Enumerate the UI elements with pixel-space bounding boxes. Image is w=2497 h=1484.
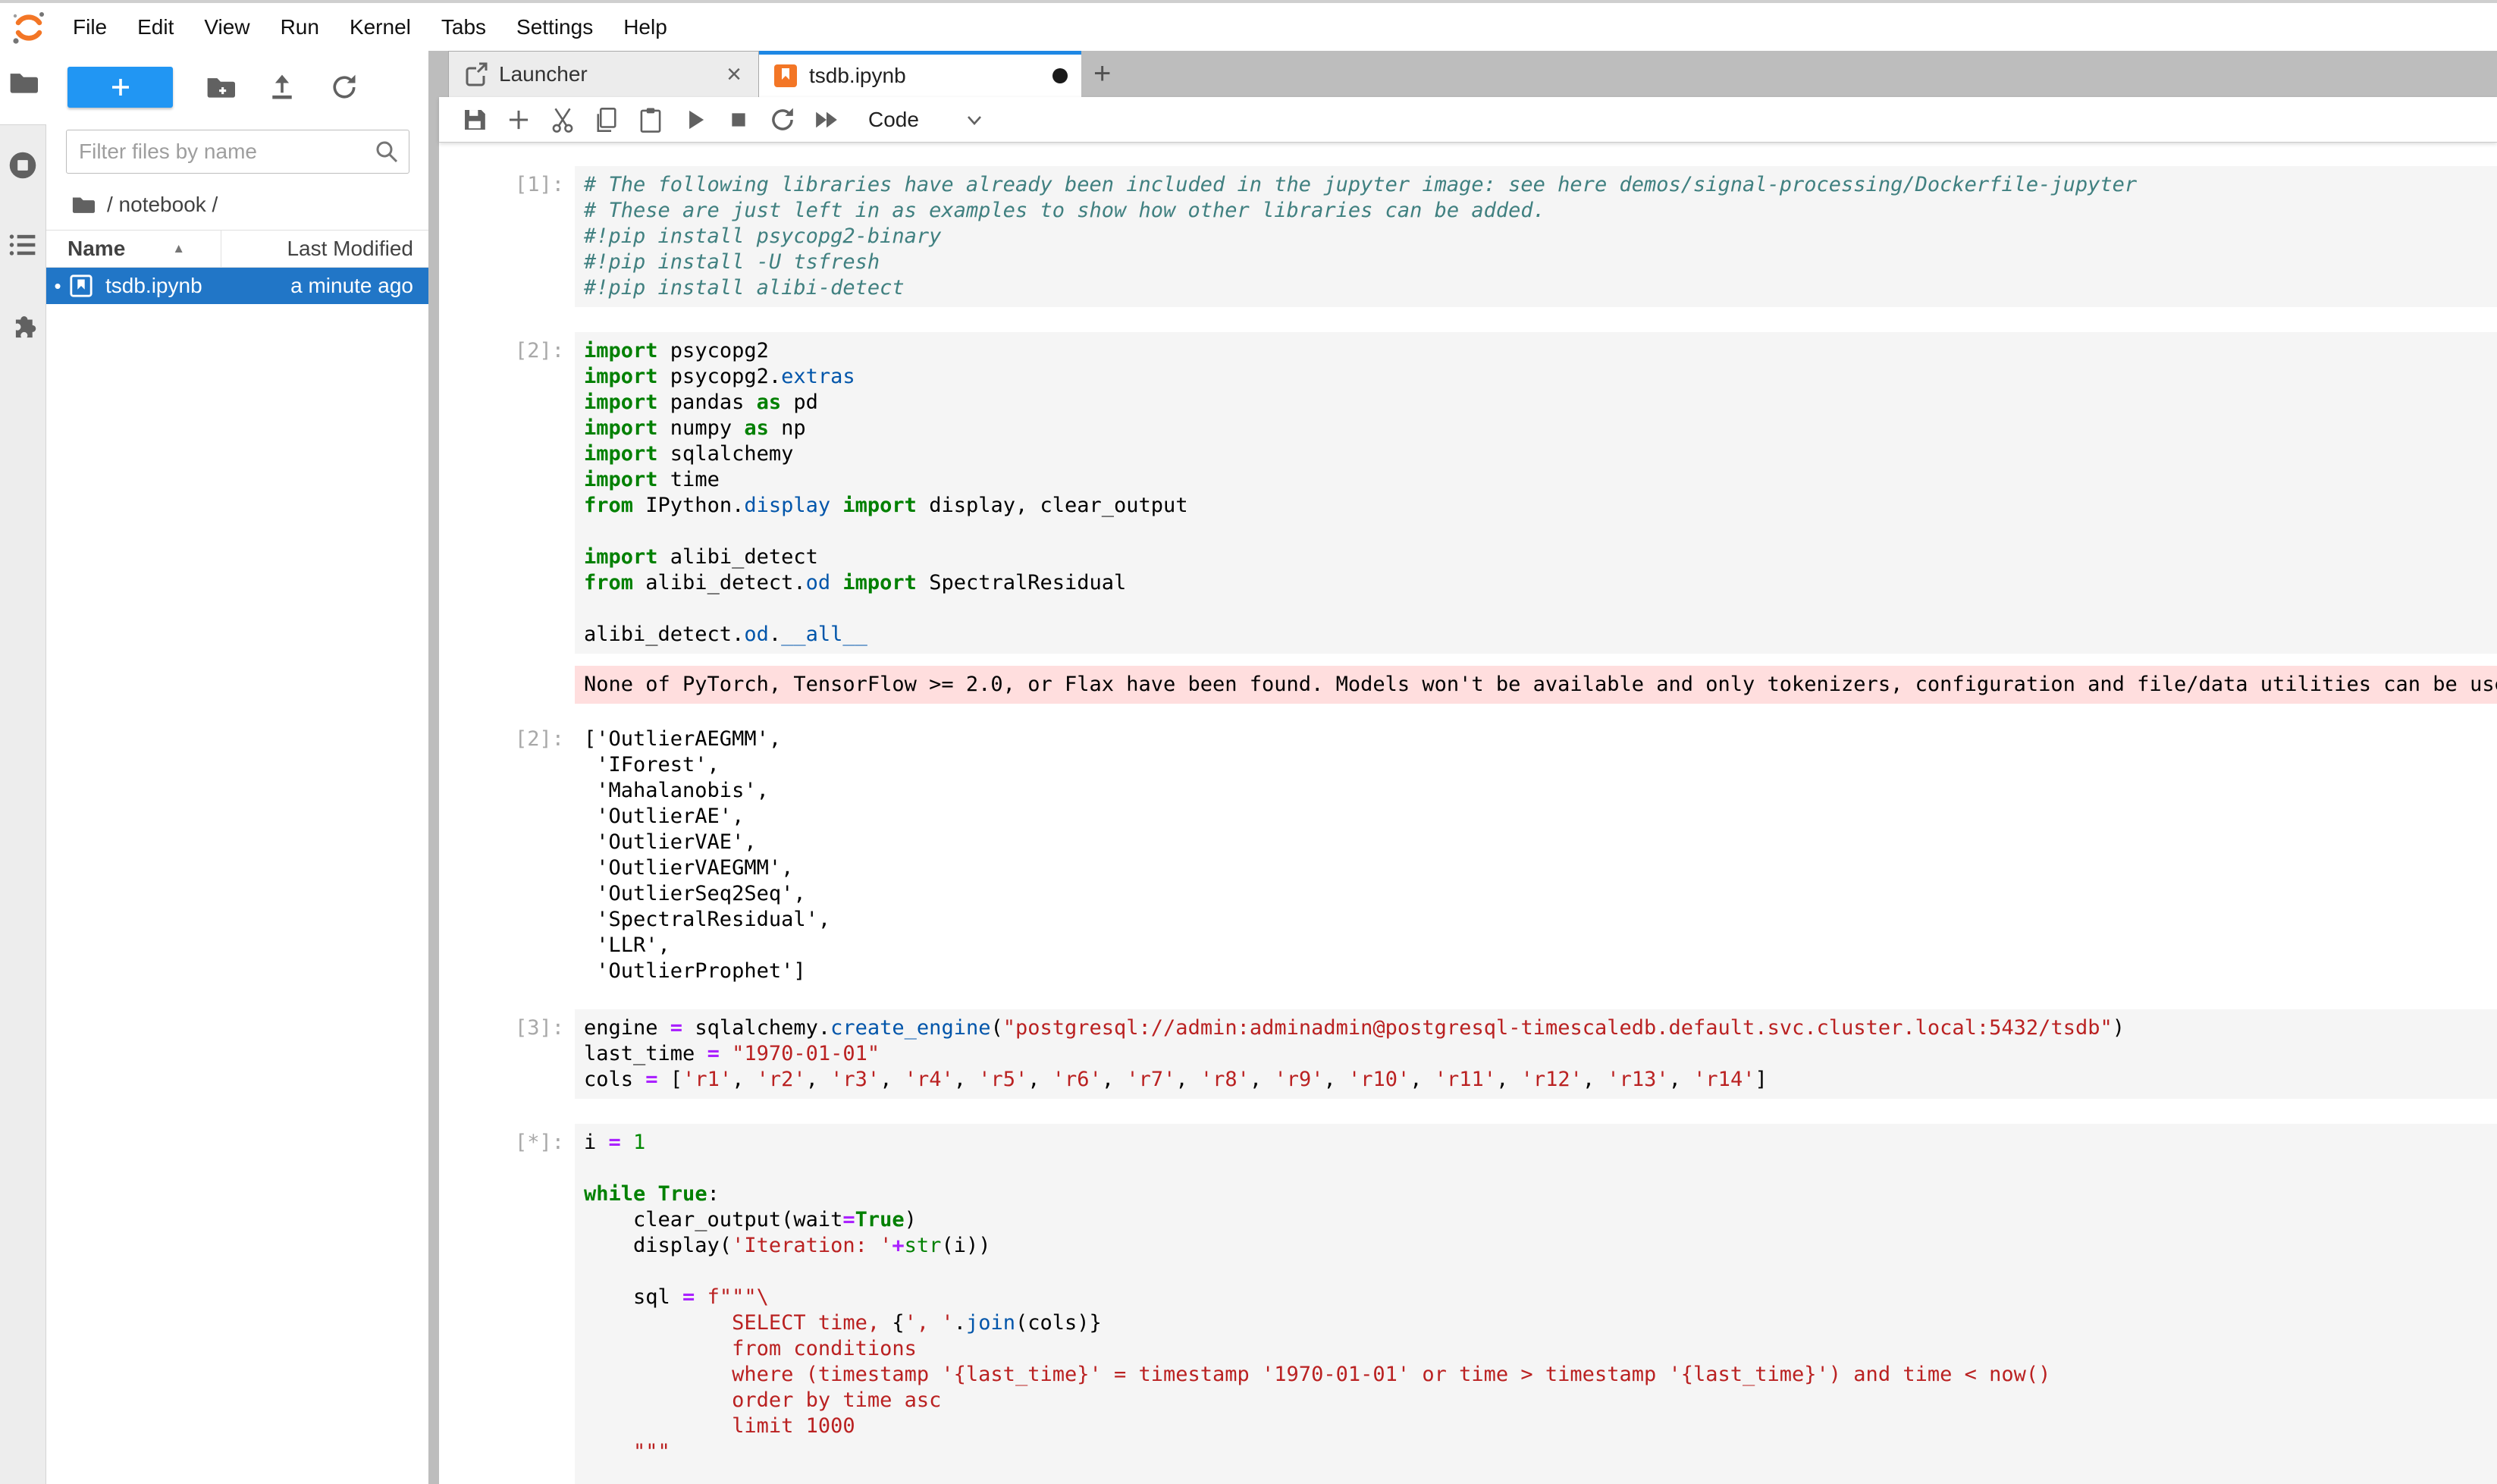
cell-input-prompt: [1]:: [439, 166, 575, 198]
running-sessions-tab-icon[interactable]: [8, 150, 38, 180]
menu-settings[interactable]: Settings: [501, 15, 608, 39]
file-browser-toolbar: [46, 51, 428, 110]
notebook-icon: [773, 63, 798, 89]
cell-editor[interactable]: i = 1 while True: clear_output(wait=True…: [575, 1124, 2497, 1484]
cell-editor[interactable]: # The following libraries have already b…: [575, 166, 2497, 307]
upload-icon[interactable]: [267, 72, 297, 102]
file-name: tsdb.ipynb: [105, 274, 290, 298]
cell-output: ['OutlierAEGMM', 'IForest', 'Mahalanobis…: [575, 720, 2497, 984]
notebook-cell[interactable]: [2]:import psycopg2import psycopg2.extra…: [439, 332, 2497, 984]
cut-cells-button[interactable]: [541, 103, 585, 136]
menu-kernel[interactable]: Kernel: [334, 15, 426, 39]
paste-cells-button[interactable]: [629, 103, 673, 136]
file-row-selected[interactable]: • tsdb.ipynb a minute ago: [46, 268, 428, 304]
menu-edit[interactable]: Edit: [122, 15, 189, 39]
stop-button[interactable]: [717, 103, 761, 136]
filter-files-input[interactable]: [66, 130, 409, 174]
column-header-last-modified[interactable]: Last Modified: [221, 230, 428, 268]
notebook-cells: [1]:# The following libraries have alrea…: [439, 143, 2497, 1484]
save-button[interactable]: [453, 103, 497, 136]
tab-launcher[interactable]: Launcher ×: [448, 51, 759, 97]
file-browser-panel: / notebook / Name ▲ Last Modified • tsdb…: [46, 51, 428, 1484]
panel-resize-handle[interactable]: [428, 51, 439, 1484]
menu-run[interactable]: Run: [265, 15, 334, 39]
file-last-modified: a minute ago: [290, 274, 428, 298]
tab-tsdb-notebook[interactable]: tsdb.ipynb: [759, 51, 1081, 97]
chevron-down-icon: [965, 110, 984, 130]
stderr-output: None of PyTorch, TensorFlow >= 2.0, or F…: [575, 666, 2497, 704]
search-icon: [375, 140, 399, 164]
sort-ascending-icon: ▲: [172, 241, 185, 256]
new-folder-icon[interactable]: [205, 72, 235, 102]
menu-help[interactable]: Help: [608, 15, 682, 39]
cell-output-prompt-empty: [439, 654, 575, 660]
main-dock-panel: Launcher × tsdb.ipynb +: [439, 51, 2497, 1484]
table-of-contents-tab-icon[interactable]: [8, 230, 38, 260]
cell-type-select[interactable]: Code: [868, 108, 984, 132]
plus-icon: [108, 75, 133, 99]
new-launcher-button[interactable]: [67, 67, 173, 108]
breadcrumb: / notebook /: [46, 180, 428, 230]
tab-label: Launcher: [499, 62, 723, 86]
cell-input-prompt: [*]:: [439, 1124, 575, 1156]
notebook-cell[interactable]: [1]:# The following libraries have alrea…: [439, 166, 2497, 307]
activity-bar: [0, 51, 46, 1484]
menu-tabs[interactable]: Tabs: [426, 15, 501, 39]
breadcrumb-path[interactable]: / notebook /: [107, 193, 218, 217]
column-header-name[interactable]: Name ▲: [46, 237, 221, 261]
cell-output-prompt: [2]:: [439, 720, 575, 752]
jupyter-logo-icon: [11, 9, 47, 45]
restart-and-run-all-button[interactable]: [805, 103, 849, 136]
launcher-icon: [463, 61, 488, 87]
run-button[interactable]: [673, 103, 717, 136]
notebook-file-icon: [69, 274, 93, 298]
notebook-toolbar: Code: [439, 97, 2497, 143]
unsaved-changes-dot: •: [46, 275, 69, 298]
cell-editor[interactable]: import psycopg2import psycopg2.extrasimp…: [575, 332, 2497, 654]
new-tab-button[interactable]: +: [1081, 51, 1123, 97]
tab-label: tsdb.ipynb: [809, 64, 1052, 88]
file-list-header: Name ▲ Last Modified: [46, 230, 428, 268]
cell-editor[interactable]: engine = sqlalchemy.create_engine("postg…: [575, 1009, 2497, 1099]
restart-kernel-button[interactable]: [761, 103, 805, 136]
tab-bar: Launcher × tsdb.ipynb +: [439, 51, 2497, 97]
jupyterlab-window: File Edit View Run Kernel Tabs Settings …: [0, 0, 2497, 1484]
copy-cells-button[interactable]: [585, 103, 629, 136]
home-folder-icon[interactable]: [71, 193, 95, 217]
menu-file[interactable]: File: [58, 15, 122, 39]
notebook-cell[interactable]: [3]:engine = sqlalchemy.create_engine("p…: [439, 1009, 2497, 1099]
cell-input-prompt: [3]:: [439, 1009, 575, 1041]
cell-input-prompt: [2]:: [439, 332, 575, 364]
refresh-icon[interactable]: [329, 72, 359, 102]
file-browser-tab-icon[interactable]: [8, 67, 38, 98]
add-cell-button[interactable]: [497, 103, 541, 136]
menu-view[interactable]: View: [189, 15, 265, 39]
unsaved-indicator-dot[interactable]: [1052, 68, 1068, 83]
extensions-tab-icon[interactable]: [8, 309, 38, 339]
notebook-cell[interactable]: [*]:i = 1 while True: clear_output(wait=…: [439, 1124, 2497, 1484]
cell-type-value: Code: [868, 108, 919, 132]
close-tab-icon[interactable]: ×: [723, 60, 745, 89]
menu-bar: File Edit View Run Kernel Tabs Settings …: [0, 3, 2497, 51]
